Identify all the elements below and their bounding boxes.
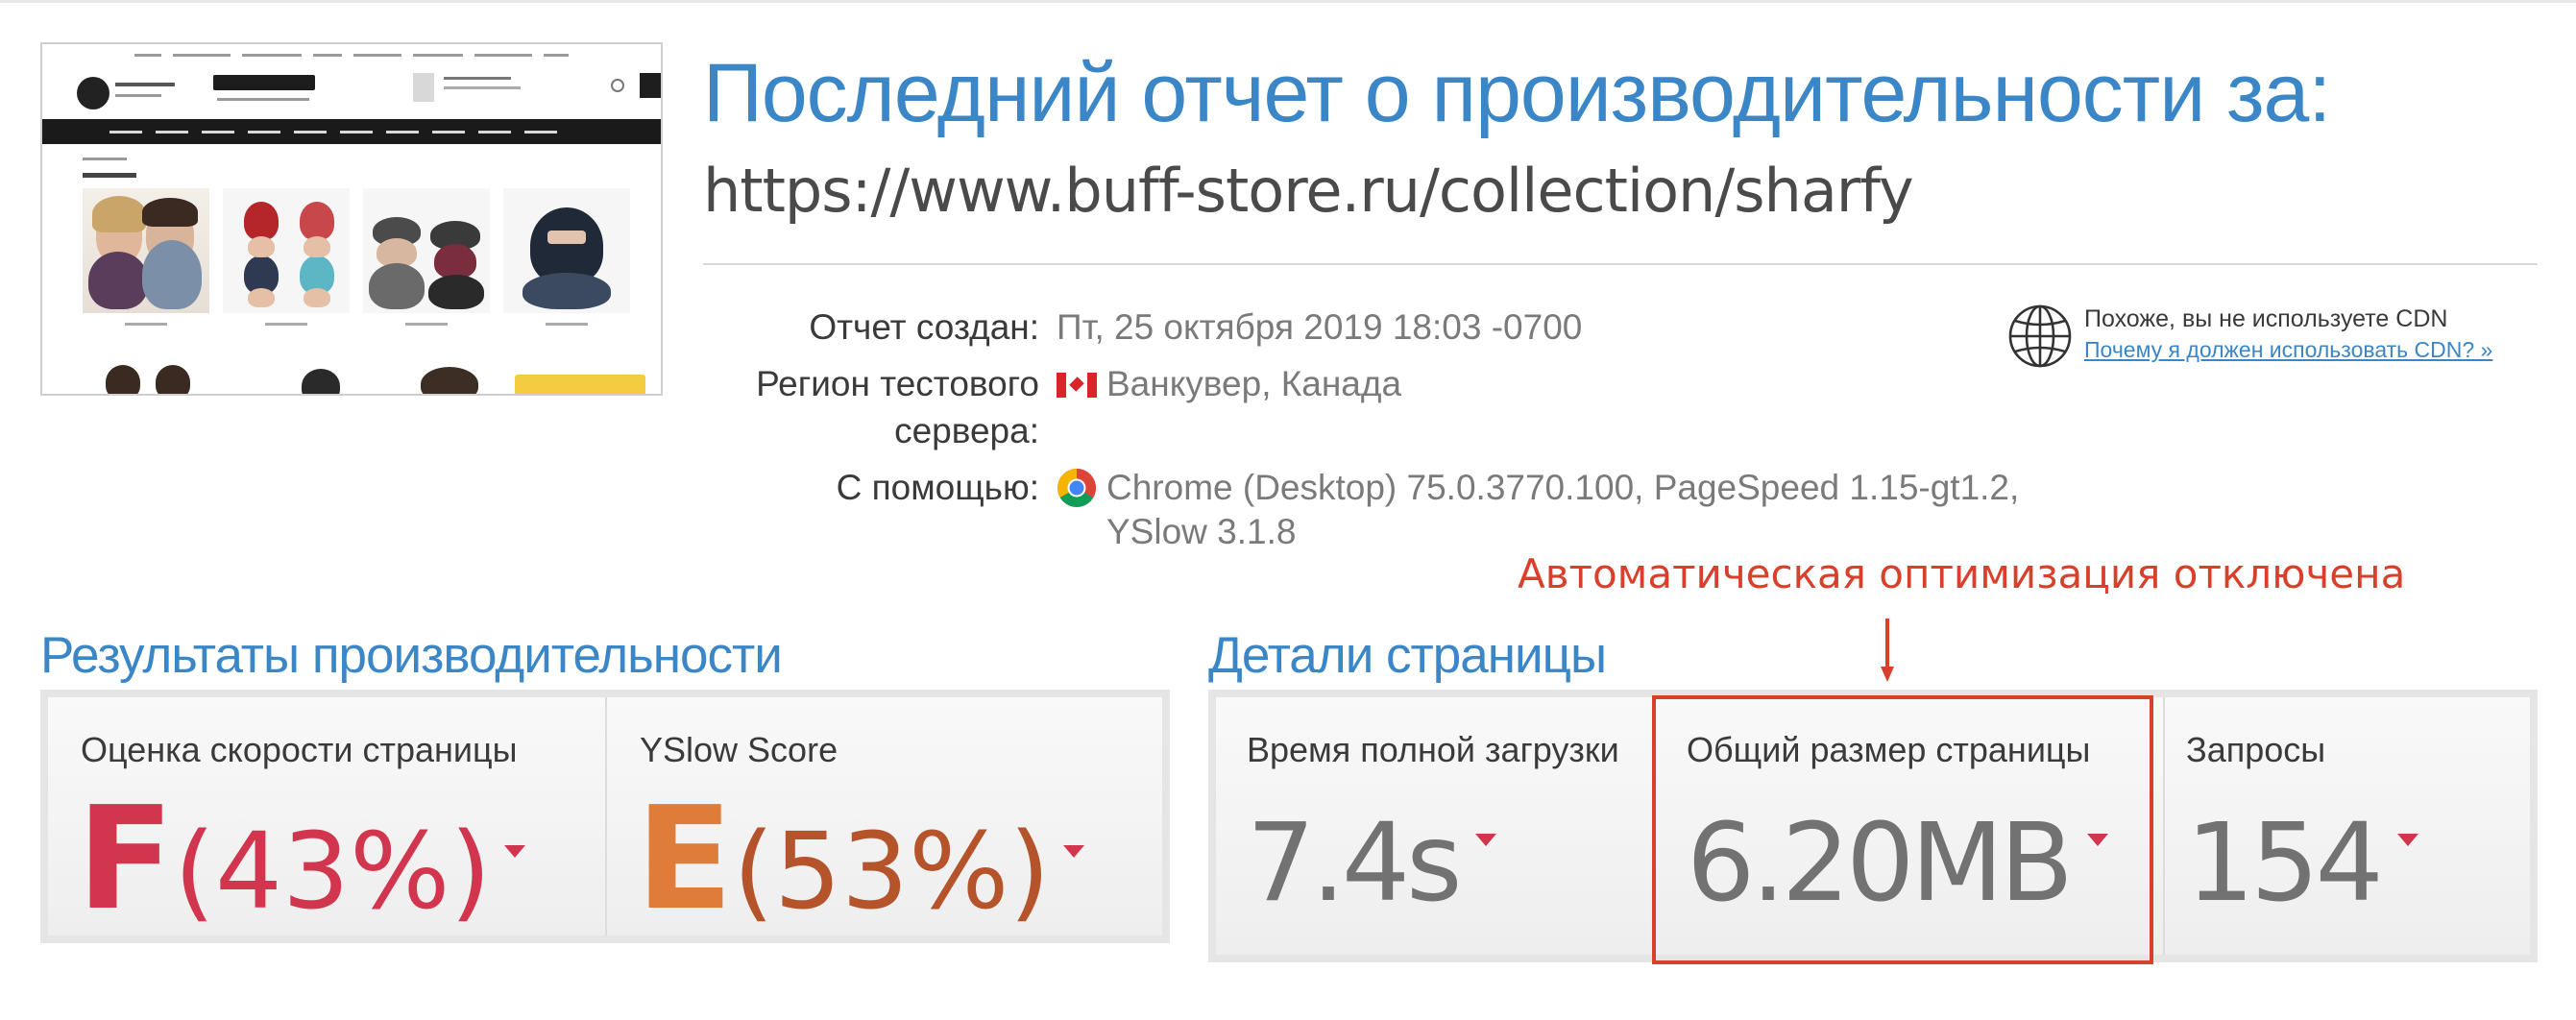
chevron-down-icon[interactable] bbox=[1475, 834, 1497, 846]
fully-loaded-time-card[interactable]: Время полной загрузки 7.4s bbox=[1216, 697, 1658, 955]
requests-value: 154 bbox=[2186, 801, 2384, 926]
page-details-section-title: Детали страницы bbox=[1208, 627, 1607, 684]
chevron-down-icon[interactable] bbox=[2396, 834, 2418, 846]
chrome-icon bbox=[1057, 469, 1096, 507]
requests-value-wrap: 154 bbox=[2186, 801, 2418, 926]
pagespeed-grade-letter: F bbox=[77, 776, 175, 941]
test-region-label: Регион тестового bbox=[756, 364, 1039, 403]
chevron-down-icon[interactable] bbox=[1063, 845, 1085, 858]
using-label: С помощью: bbox=[836, 468, 1039, 507]
performance-section-title: Результаты производительности bbox=[40, 627, 783, 684]
pagespeed-label: Оценка скорости страницы bbox=[81, 730, 518, 769]
yslow-label: YSlow Score bbox=[640, 730, 838, 769]
thumb-cart-icon bbox=[413, 73, 434, 102]
thumb-product bbox=[83, 188, 209, 332]
top-divider bbox=[0, 0, 2576, 3]
page-title: Последний отчет о производительности за: bbox=[703, 47, 2331, 139]
report-created-value: Пт, 25 октября 2019 18:03 -0700 bbox=[1057, 307, 1583, 347]
thumb-logo bbox=[77, 77, 109, 109]
pagespeed-grade-percent: (43%) bbox=[174, 810, 492, 933]
thumb-product bbox=[363, 188, 490, 332]
test-region-value: Ванкувер, Канада bbox=[1106, 364, 1402, 403]
tested-url: https://www.buff-store.ru/collection/sha… bbox=[703, 156, 1914, 226]
annotation-arrow-icon bbox=[1881, 619, 1894, 682]
load-time-value: 7.4s bbox=[1247, 801, 1462, 926]
yslow-grade-letter: E bbox=[636, 776, 734, 941]
browser-info-cont: YSlow 3.1.8 bbox=[1106, 512, 1297, 551]
cdn-notice: Похоже, вы не используете CDN bbox=[2084, 305, 2448, 332]
thumb-phone bbox=[213, 75, 315, 90]
pagespeed-grade: F (43%) bbox=[77, 776, 526, 941]
performance-panel: Оценка скорости страницы F (43%) YSlow S… bbox=[40, 690, 1170, 943]
thumb-menu-bar bbox=[42, 119, 661, 144]
auto-optimization-annotation: Автоматическая оптимизация отключена bbox=[1518, 550, 2406, 597]
yslow-grade-percent: (53%) bbox=[733, 810, 1051, 933]
requests-label: Запросы bbox=[2186, 730, 2326, 769]
thumb-product bbox=[223, 188, 350, 332]
thumb-search-icon bbox=[611, 79, 624, 92]
load-time-label: Время полной загрузки bbox=[1247, 730, 1619, 769]
page-size-highlight-box bbox=[1652, 695, 2153, 964]
pagespeed-score-card[interactable]: Оценка скорости страницы F (43%) bbox=[48, 697, 605, 941]
report-created-label: Отчет создан: bbox=[809, 307, 1039, 347]
yslow-grade: E (53%) bbox=[636, 776, 1085, 941]
requests-card[interactable]: Запросы 154 bbox=[2165, 697, 2530, 955]
header-divider bbox=[703, 263, 2538, 265]
yslow-score-card[interactable]: YSlow Score E (53%) bbox=[607, 697, 1164, 941]
browser-info: Chrome (Desktop) 75.0.3770.100, PageSpee… bbox=[1106, 468, 2020, 507]
thumb-top-nav bbox=[42, 44, 661, 65]
globe-icon bbox=[2008, 304, 2072, 368]
load-time-value-wrap: 7.4s bbox=[1247, 801, 1497, 926]
cdn-why-link[interactable]: Почему я должен использовать CDN? » bbox=[2084, 337, 2492, 363]
test-region-label-cont: сервера: bbox=[894, 411, 1039, 450]
chevron-down-icon[interactable] bbox=[504, 845, 526, 858]
